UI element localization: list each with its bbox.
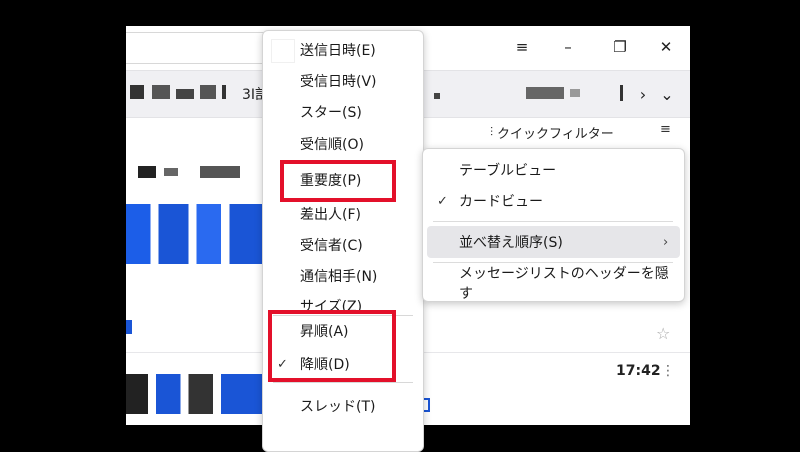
sort-item-received-date[interactable]: 受信日時(V) — [263, 66, 423, 96]
sort-order-submenu-item[interactable]: 並べ替え順序(S) › — [427, 226, 680, 258]
sort-item-label: スレッド(T) — [300, 399, 376, 415]
ctx-item-label: メッセージリストのヘッダーを隠す — [459, 266, 669, 302]
obscured-tab-fragment — [434, 93, 440, 99]
list-options-icon[interactable]: ≡ — [660, 122, 671, 137]
ctx-item-label: 並べ替え順序(S) — [459, 235, 563, 251]
sort-item-star[interactable]: スター(S) — [263, 97, 423, 127]
sort-item-label: 受信順(O) — [300, 137, 364, 153]
tab-scroll-right-icon[interactable]: › — [632, 83, 654, 105]
table-view-item[interactable]: テーブルビュー — [427, 154, 680, 186]
sort-by-menu: 送信日時(E) 受信日時(V) スター(S) 受信順(O) 重要度(P) 差出人… — [262, 30, 424, 452]
obscured-card-image — [126, 374, 262, 414]
star-icon[interactable]: ☆ — [656, 324, 670, 343]
sort-item-label: 差出人(F) — [300, 207, 361, 223]
sort-item-label: 受信日時(V) — [300, 74, 377, 90]
sort-item-from[interactable]: 差出人(F) — [263, 199, 423, 229]
app-menu-icon[interactable]: ≡ — [508, 36, 536, 58]
quick-filter-button[interactable]: ⫶ クイックフィルター — [490, 121, 614, 143]
list-view-options-menu: テーブルビュー ✓ カードビュー 並べ替え順序(S) › メッセージリストのヘッ… — [422, 148, 685, 302]
sort-item-order-received[interactable]: 受信順(O) — [263, 129, 423, 159]
tab-list-chevron-icon[interactable]: ⌄ — [656, 83, 678, 105]
submenu-arrow-icon: › — [663, 234, 669, 250]
card-view-item[interactable]: ✓ カードビュー — [427, 185, 680, 217]
close-button[interactable]: ✕ — [652, 36, 680, 58]
ctx-item-label: テーブルビュー — [459, 163, 557, 179]
obscured-tab-fragment — [200, 85, 216, 99]
highlight-box-priority — [280, 160, 396, 202]
maximize-button[interactable]: ❐ — [606, 36, 634, 58]
obscured-tab-fragment — [130, 85, 144, 99]
sort-item-label: 通信相手(N) — [300, 269, 378, 285]
obscured-sender — [138, 166, 156, 178]
obscured-tab-fragment — [570, 89, 580, 97]
obscured-tab-fragment — [152, 85, 170, 99]
ctx-item-label: カードビュー — [459, 194, 543, 210]
obscured-sender — [200, 166, 240, 178]
obscured-sender — [164, 168, 178, 176]
menu-separator — [273, 382, 413, 383]
obscured-subject-image — [126, 204, 262, 264]
sort-item-threaded[interactable]: スレッド(T) — [263, 391, 423, 421]
quick-filter-icon: ⫶ — [490, 124, 494, 139]
hide-list-header-item[interactable]: メッセージリストのヘッダーを隠す — [427, 266, 680, 302]
obscured-tab-fragment — [222, 85, 226, 99]
sort-item-label: 受信者(C) — [300, 238, 363, 254]
checkmark-icon: ✓ — [437, 193, 448, 209]
obscured-tab-fragment — [526, 87, 564, 99]
email-more-icon[interactable]: ⋮ — [661, 363, 675, 379]
obscured-tab-fragment — [620, 85, 623, 101]
obscured-tab-fragment — [176, 89, 194, 99]
email-time: 17:42 — [616, 363, 661, 379]
sort-item-recipient[interactable]: 受信者(C) — [263, 230, 423, 260]
quick-filter-label: クイックフィルター — [497, 126, 614, 142]
sort-item-label: 送信日時(E) — [300, 43, 376, 59]
search-input[interactable] — [126, 32, 267, 64]
sort-item-correspondent[interactable]: 通信相手(N) — [263, 261, 423, 291]
sort-item-sent-date[interactable]: 送信日時(E) — [263, 35, 423, 65]
sort-item-label: スター(S) — [300, 105, 362, 121]
obscured-link — [126, 320, 132, 334]
menu-separator — [433, 221, 673, 222]
highlight-box-sort-order — [268, 310, 396, 382]
minimize-button[interactable]: – — [554, 36, 582, 58]
